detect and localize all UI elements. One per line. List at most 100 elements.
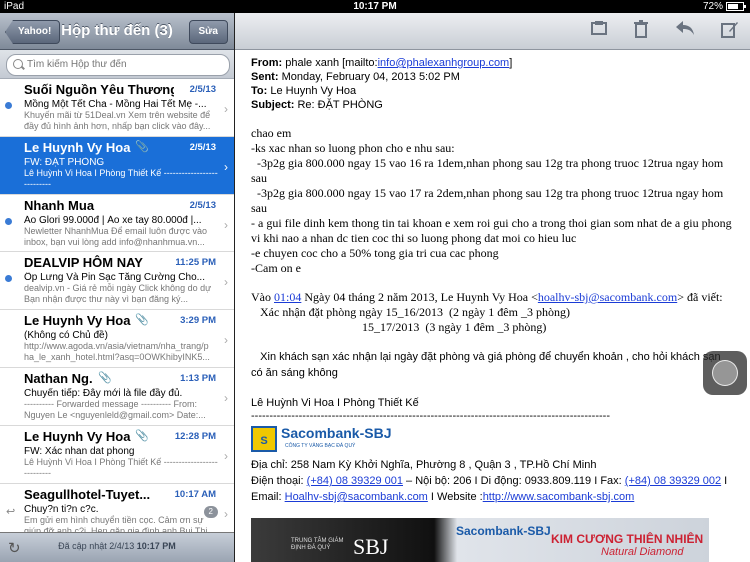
fax-link[interactable]: (+84) 08 39329 002 [625, 475, 721, 487]
banner-right-2: Natural Diamond [601, 546, 684, 558]
to-line: To: Le Huynh Vy Hoa [251, 85, 357, 97]
battery-percent: 72% [702, 1, 723, 12]
contact-info: Địa chỉ: 258 Nam Kỳ Khởi Nghĩa, Phường 8… [251, 457, 746, 505]
message-toolbar [235, 13, 750, 50]
message-preview: Lê Huỳnh Vi Hoa I Phòng Thiết Kế -------… [24, 456, 218, 478]
body-line: -ks xac nhan so luong phon cho e nhu sau… [251, 141, 455, 155]
message-sender: Le Huynh Vy Hoa [24, 313, 131, 329]
message-preview: http://www.agoda.vn/asia/vietnam/nha_tra… [24, 341, 210, 363]
message-sender: Nhanh Mua [24, 197, 95, 213]
folder-icon[interactable] [589, 20, 609, 40]
body-line: -3p2g gia 800.000 ngay 15 vao 16 ra 1dem… [251, 156, 724, 170]
updated-label: Đã cập nhật [58, 541, 107, 551]
chevron-right-icon: › [224, 333, 228, 348]
chevron-right-icon: › [224, 102, 228, 116]
message-subject: FW: Xác nhan dat phong [24, 445, 135, 457]
body-line: vi khi nao a nhan dc tien coc thi so luo… [251, 231, 577, 245]
chevron-right-icon: › [224, 217, 228, 232]
trash-icon[interactable] [631, 20, 651, 40]
banner-logo: Sacombank-SBJ [456, 524, 551, 538]
message-subject: (Không có Chủ đề) [24, 330, 108, 342]
body-line: chao em [251, 126, 292, 140]
email-link[interactable]: Hoalhv-sbj@sacombank.com [285, 491, 428, 503]
body-line: -Cam on e [251, 261, 301, 275]
attachment-icon: 📎 [98, 371, 112, 384]
search-bar [0, 50, 234, 79]
confirm-line-1: Xác nhận đặt phòng ngày 15_16/2013 (2 ng… [251, 305, 570, 319]
mailbox-nav-bar: Yahoo! Hộp thư đến (3) Sửa [0, 13, 234, 50]
message-preview: Newletter NhanhMua Để email luôn được và… [24, 225, 208, 247]
phone-link[interactable]: (+84) 08 39329 001 [307, 475, 403, 487]
quote-time-link[interactable]: 01:04 [274, 290, 301, 304]
compose-icon[interactable] [720, 20, 740, 40]
confirm-line-2: 15_17/2013 (3 ngày 1 đêm _3 phòng) [251, 320, 547, 334]
updated-time: 10:17 PM [136, 541, 176, 551]
signature-separator: ----------------------------------------… [251, 411, 610, 422]
message-row[interactable]: Nathan Ng. 📎 1:13 PM › Chuyển tiếp: Đây mới … [0, 368, 234, 426]
unread-dot-icon [5, 275, 12, 283]
search-box[interactable] [6, 54, 230, 76]
svg-text:S: S [260, 435, 267, 447]
message-row[interactable]: Le Huynh Vy Hoa 📎 3:29 PM › (Không có Chủ đề… [0, 310, 234, 368]
message-pane: From: phale xanh [mailto:info@phalexanhg… [235, 13, 750, 562]
message-date: 10:17 AM [174, 488, 216, 500]
from-email-link[interactable]: info@phalexanhgroup.com [378, 57, 510, 69]
message-header: From: phale xanh [mailto:info@phalexanhg… [251, 56, 741, 112]
website-link[interactable]: http://www.sacombank-sbj.com [483, 491, 635, 503]
message-sender: Suối Nguồn Yêu Thương [24, 82, 174, 97]
message-sender: Le Huynh Vy Hoa [24, 139, 131, 155]
edit-button[interactable]: Sửa [188, 20, 228, 44]
message-subject: Mồng Một Tết Cha - Mồng Hai Tết Mẹ -... [24, 99, 207, 110]
message-sender: Le Huynh Vy Hoa [24, 428, 131, 444]
chevron-right-icon: › [224, 448, 228, 463]
address: Địa chỉ: 258 Nam Kỳ Khởi Nghĩa, Phường 8… [251, 459, 597, 471]
reply-icon[interactable] [675, 20, 695, 40]
message-list: Suối Nguồn Yêu Thương 2/5/13 › Mồng Một Tết… [0, 79, 234, 542]
message-row[interactable]: Suối Nguồn Yêu Thương 2/5/13 › Mồng Một Tết… [0, 79, 234, 137]
message-subject: Chuyển tiếp: Đây mới là file đầy đủ. [24, 387, 183, 399]
banner-right-1: KIM CƯƠNG THIÊN NHIÊN [551, 532, 704, 546]
search-input[interactable] [27, 57, 222, 71]
body-line: -e chuyen coc cho a 50% tong gia tri cua… [251, 246, 499, 260]
replied-icon: ↩ [6, 505, 16, 518]
sacombank-logo: S Sacombank-SBJ CÔNG TY VÀNG BẠC ĐÁ QUÝ [251, 425, 391, 453]
promo-banner: TRUNG TÂM GIÁM ĐỊNH ĐÁ QUÝ SBJ Sacombank… [251, 518, 709, 562]
attachment-icon: 📎 [135, 314, 149, 327]
message-row[interactable]: DEALVIP HÔM NAY 11:25 PM › Ốp Lưng Và Pin S… [0, 252, 234, 311]
message-row[interactable]: Le Huynh Vy Hoa 📎 12:28 PM › FW: Xác nhan da… [0, 426, 234, 484]
message-preview: Khuyến mãi từ 51Deal.vn Xem trên website… [24, 110, 211, 131]
chevron-right-icon: › [224, 390, 228, 405]
message-date: 11:25 PM [175, 257, 216, 269]
battery-icon [726, 2, 746, 11]
update-status: Đã cập nhật 2/4/13 10:17 PM [0, 541, 234, 551]
quote-email-link[interactable]: hoalhv-sbj@sacombank.com [538, 290, 677, 304]
message-date: 1:13 PM [180, 372, 216, 384]
logo-tagline: CÔNG TY VÀNG BẠC ĐÁ QUÝ [285, 443, 356, 449]
updated-date: 2/4/13 [109, 541, 135, 551]
mailbox-toolbar: ↻ Đã cập nhật 2/4/13 10:17 PM [0, 532, 234, 562]
message-body: From: phale xanh [mailto:info@phalexanhg… [251, 56, 741, 423]
attachment-icon: 📎 [135, 140, 149, 153]
body-line: sau [251, 171, 267, 185]
subject-line: Subject: Re: ĐẶT PHÒNG [251, 99, 383, 111]
body-text: chao em -ks xac nhan so luong phon cho e … [251, 126, 741, 276]
body-line: sau [251, 201, 267, 215]
signature-name: Lê Huỳnh Vi Hoa I Phòng Thiết Kế [251, 397, 419, 409]
banner-left-text: TRUNG TÂM GIÁM ĐỊNH ĐÁ QUÝ [291, 538, 344, 551]
search-icon [13, 59, 23, 69]
status-time: 10:17 PM [353, 1, 397, 12]
chevron-right-icon: › [224, 159, 228, 174]
message-subject: FW: ĐẶT PHÒNG [24, 156, 105, 168]
assistive-touch-button[interactable] [703, 351, 747, 395]
message-subject: Ốp Lưng Và Pin Sạc Tăng Cường Cho... [24, 272, 205, 284]
from-line: From: phale xanh [mailto:info@phalexanhg… [251, 57, 513, 69]
chevron-right-icon: › [224, 506, 228, 521]
message-row[interactable]: Nhanh Mua 2/5/13 › Áo Glori 99.000đ | Áo xe… [0, 195, 234, 253]
message-row[interactable]: Le Huynh Vy Hoa 📎 2/5/13 › FW: ĐẶT PHÒNG Lê H… [0, 136, 234, 195]
banner-sbj: SBJ [353, 534, 389, 559]
request-text: Xin khách sạn xác nhận lại ngày đặt phòn… [251, 351, 721, 379]
unread-dot-icon [5, 102, 12, 109]
message-sender: DEALVIP HÔM NAY [24, 255, 143, 271]
email-line: Email: Hoalhv-sbj@sacombank.com I Websit… [251, 491, 635, 503]
message-sender: Seagullhotel-Tuyet... [24, 486, 151, 502]
